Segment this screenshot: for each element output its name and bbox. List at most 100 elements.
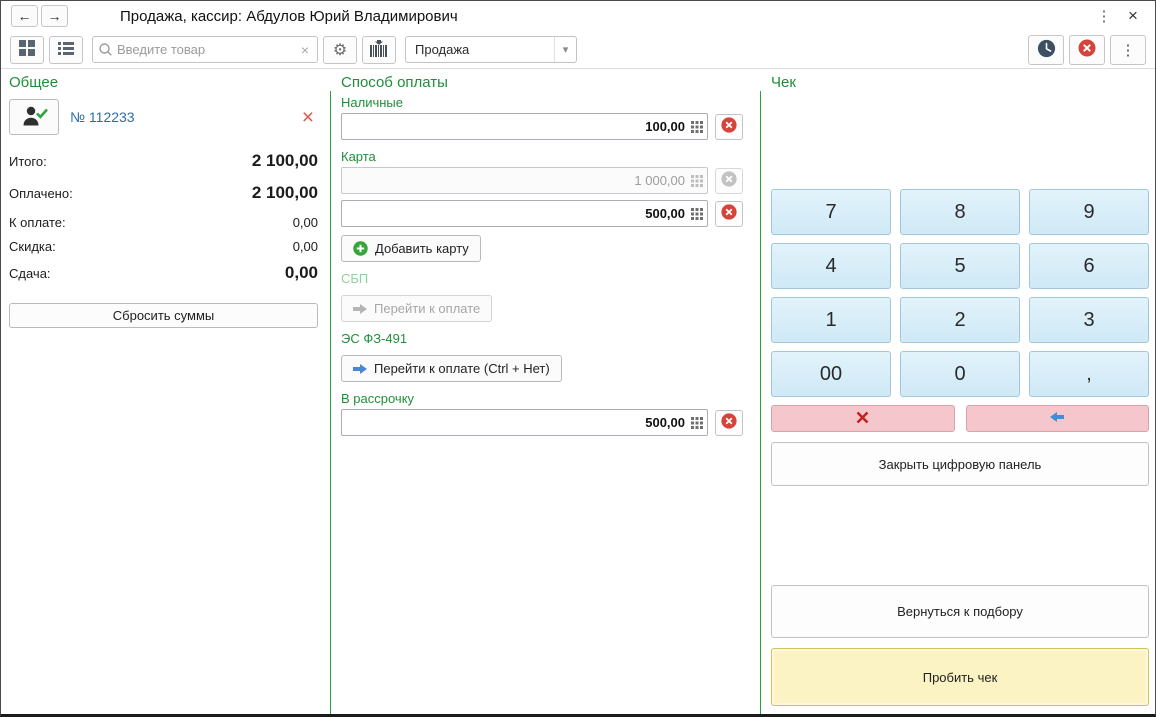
numpad-key-6[interactable]: 6 [1029,243,1149,289]
grid-view-button[interactable] [10,36,44,64]
es-pay-button[interactable]: Перейти к оплате (Ctrl + Нет) [341,355,562,382]
red-cross-circle-icon [721,413,737,432]
card-amount-input[interactable] [342,206,690,221]
red-cross-circle-icon [721,117,737,136]
numpad-key-5[interactable]: 5 [900,243,1020,289]
chevron-down-icon: ▾ [554,37,576,62]
kebab-icon: ⋮ [1121,41,1136,59]
close-icon: × [1128,6,1138,25]
numpad-key-2[interactable]: 2 [900,297,1020,343]
red-cross-circle-icon [1078,39,1096,60]
window-menu-button[interactable]: ⋮ [1093,7,1115,25]
cash-input-wrap [341,113,708,140]
red-x-icon [856,411,869,427]
cash-row [341,113,743,140]
installment-clear-button[interactable] [715,410,743,436]
numpad-key-7[interactable]: 7 [771,189,891,235]
installment-row [341,409,743,436]
sbp-pay-label: Перейти к оплате [374,301,480,316]
installment-label: В рассрочку [341,391,747,406]
grid-icon [19,40,35,59]
list-icon [58,41,74,58]
numpad-clear-button[interactable] [771,405,955,432]
calculator-icon[interactable] [690,208,707,220]
back-to-selection-button[interactable]: Вернуться к подбору [771,585,1149,638]
paid-label: Оплачено: [9,186,73,201]
paid-row: Оплачено: 2 100,00 [9,183,318,203]
numpad-key-comma[interactable]: , [1029,351,1149,397]
forward-button[interactable]: → [41,5,68,27]
cash-clear-button[interactable] [715,114,743,140]
paid-value: 2 100,00 [252,183,318,203]
window-close-button[interactable]: × [1121,6,1145,26]
numpad-backspace-button[interactable] [966,405,1150,432]
clear-customer-icon[interactable]: × [298,107,318,128]
card-input-wrap [341,200,708,227]
cash-label: Наличные [341,95,747,110]
to-pay-value: 0,00 [293,215,318,230]
numpad-key-00[interactable]: 00 [771,351,891,397]
receipt-header: Чек [771,74,1149,91]
barcode-scan-button[interactable] [362,36,396,64]
page-title: Продажа, кассир: Абдулов Юрий Владимиров… [120,8,458,25]
change-value: 0,00 [285,263,318,283]
grey-cross-circle-icon [721,171,737,190]
receipt-actions: Вернуться к подбору Пробить чек [771,585,1149,706]
card-row-disabled [341,167,743,194]
numpad-key-9[interactable]: 9 [1029,189,1149,235]
numpad-key-8[interactable]: 8 [900,189,1020,235]
cash-amount-input[interactable] [342,119,690,134]
clock-icon [1037,39,1056,61]
search-icon [99,43,112,56]
more-actions-button[interactable]: ⋮ [1110,35,1146,65]
payment-header: Способ оплаты [341,74,747,91]
calculator-icon[interactable] [690,121,707,133]
numpad-key-1[interactable]: 1 [771,297,891,343]
customer-row: № 112233 × [9,99,318,135]
numpad-action-row [771,405,1149,432]
list-view-button[interactable] [49,36,83,64]
operation-mode-select[interactable]: Продажа ▾ [405,36,577,63]
customer-button[interactable] [9,99,59,135]
add-card-button[interactable]: Добавить карту [341,235,481,262]
settings-button[interactable]: ⚙ [323,36,357,64]
reset-amounts-button[interactable]: Сбросить суммы [9,303,318,328]
print-receipt-button[interactable]: Пробить чек [771,648,1149,706]
installment-amount-input[interactable] [342,415,690,430]
calculator-icon [690,175,707,187]
card-input-disabled-wrap [341,167,708,194]
calculator-icon[interactable] [690,417,707,429]
change-row: Сдача: 0,00 [9,263,318,283]
card-clear-button[interactable] [715,201,743,227]
to-pay-label: К оплате: [9,215,66,230]
history-button[interactable] [1028,35,1064,65]
forward-arrow-icon: → [48,8,62,24]
green-plus-circle-icon [353,241,368,256]
numpad-key-3[interactable]: 3 [1029,297,1149,343]
payment-section: Способ оплаты Наличные Карта [331,69,761,714]
to-pay-row: К оплате: 0,00 [9,215,318,230]
numpad-key-0[interactable]: 0 [900,351,1020,397]
blue-arrow-right-icon [353,363,367,375]
change-label: Сдача: [9,266,51,281]
card-row [341,200,743,227]
receipt-section: Чек 7 8 9 4 5 6 1 2 3 00 0 , [761,69,1155,714]
general-section: Общее № 112233 × Итого: 2 100,00 Оплачен… [1,69,331,714]
red-cross-circle-icon [721,204,737,223]
search-input[interactable] [117,42,299,57]
receipt-number-link[interactable]: № 112233 [70,109,135,125]
search-clear-icon[interactable]: × [299,42,311,58]
title-bar: ← → Продажа, кассир: Абдулов Юрий Владим… [1,1,1155,31]
grey-arrow-right-icon [353,303,367,315]
total-value: 2 100,00 [252,151,318,171]
sbp-label: СБП [341,271,747,286]
cancel-operation-button[interactable] [1069,35,1105,65]
numpad: 7 8 9 4 5 6 1 2 3 00 0 , [771,189,1149,397]
back-button[interactable]: ← [11,5,38,27]
card-label: Карта [341,149,747,164]
total-label: Итого: [9,154,47,169]
close-numpad-button[interactable]: Закрыть цифровую панель [771,442,1149,486]
kebab-icon: ⋮ [1097,8,1112,25]
numpad-key-4[interactable]: 4 [771,243,891,289]
total-row: Итого: 2 100,00 [9,151,318,171]
